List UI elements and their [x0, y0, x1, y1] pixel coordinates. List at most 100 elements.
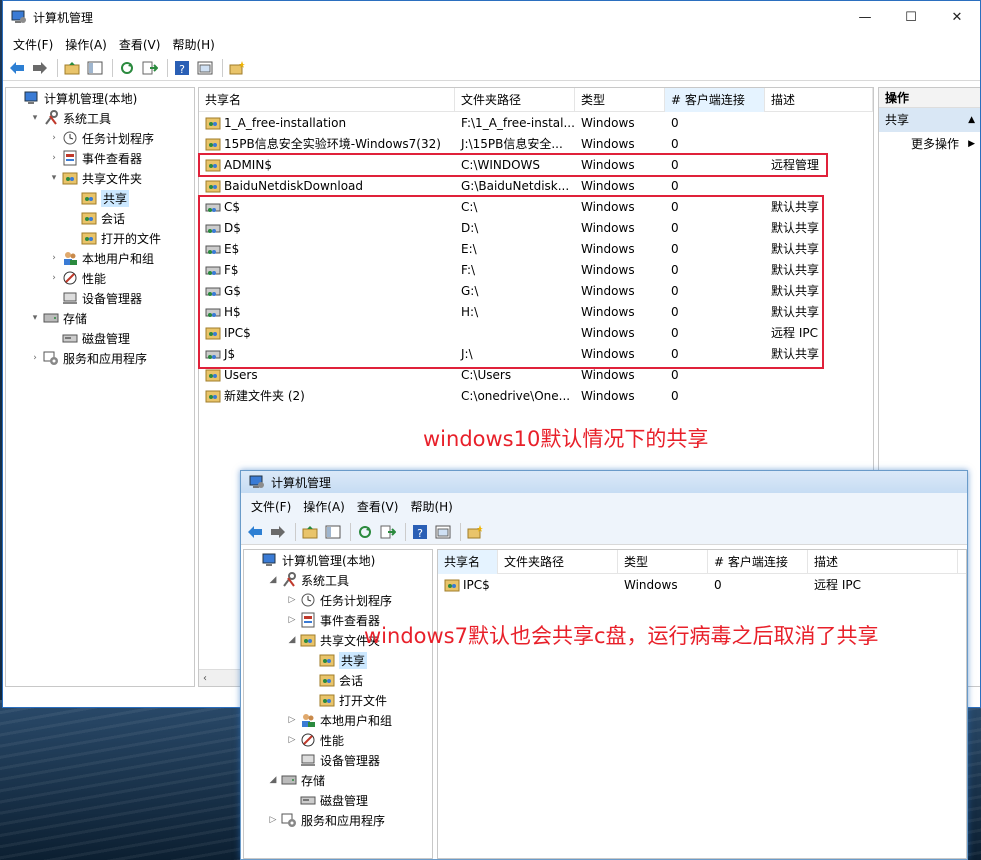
menu-help[interactable]: 帮助(H)	[166, 36, 220, 53]
w10-table-row[interactable]: 新建文件夹 (2) C:\onedrive\One... Windows 0	[199, 385, 873, 406]
w10-tree-item[interactable]: 打开的文件	[6, 228, 194, 248]
device-icon	[300, 752, 316, 768]
forward-icon[interactable]	[30, 58, 50, 78]
expand-toggle-icon[interactable]: ▾	[29, 113, 41, 123]
refresh-icon[interactable]	[117, 58, 137, 78]
expand-toggle-icon[interactable]: ◢	[267, 575, 279, 585]
w7-tree-label: 磁盘管理	[320, 793, 369, 808]
w7-tree-item[interactable]: ▷ 本地用户和组	[244, 710, 432, 730]
w10-titlebar: 计算机管理 — ☐ ✕	[3, 1, 980, 33]
show-hide-tree-icon[interactable]	[85, 58, 105, 78]
maximize-button[interactable]: ☐	[888, 1, 934, 33]
expand-toggle-icon[interactable]: ◢	[267, 775, 279, 785]
w10-tree-item[interactable]: 共享	[6, 188, 194, 208]
show-hide-tree-icon[interactable]	[323, 522, 343, 542]
w10-table-row[interactable]: BaiduNetdiskDownload G:\BaiduNetdisk... Wi…	[199, 175, 873, 196]
w7-col-share-name[interactable]: 共享名	[438, 550, 498, 574]
more-actions-item[interactable]: 更多操作 ▶	[879, 132, 980, 156]
w10-tree-item[interactable]: › 任务计划程序	[6, 128, 194, 148]
help-icon[interactable]: ?	[410, 522, 430, 542]
back-icon[interactable]	[7, 58, 27, 78]
w7-col-description[interactable]: 描述	[808, 550, 958, 574]
col-folder-path[interactable]: 文件夹路径	[455, 88, 575, 112]
new-share-icon[interactable]	[227, 58, 247, 78]
w7-tree-item[interactable]: 共享	[244, 650, 432, 670]
expand-toggle-icon[interactable]: ›	[48, 273, 60, 283]
w7-tree-item[interactable]: 会话	[244, 670, 432, 690]
client-connections-cell: 0	[671, 178, 679, 193]
up-folder-icon[interactable]	[300, 522, 320, 542]
expand-toggle-icon[interactable]: ▾	[48, 173, 60, 183]
w7-title: 计算机管理	[271, 475, 332, 490]
w7-tree-item[interactable]: 计算机管理(本地)	[244, 550, 432, 570]
refresh-icon[interactable]	[355, 522, 375, 542]
new-share-icon[interactable]	[465, 522, 485, 542]
w7-col-folder-path[interactable]: 文件夹路径	[498, 550, 618, 574]
expand-toggle-icon[interactable]: ◢	[286, 635, 298, 645]
w10-tree-label: 本地用户和组	[82, 251, 155, 266]
w10-tree-item[interactable]: 磁盘管理	[6, 328, 194, 348]
w10-tree-item[interactable]: ▾ 存储	[6, 308, 194, 328]
menu-view[interactable]: 查看(V)	[113, 36, 167, 53]
back-icon[interactable]	[245, 522, 265, 542]
w7-tree-item[interactable]: ▷ 任务计划程序	[244, 590, 432, 610]
w7-col-type[interactable]: 类型	[618, 550, 708, 574]
services-icon	[43, 350, 59, 366]
expand-toggle-icon[interactable]: ›	[48, 133, 60, 143]
help-icon[interactable]: ?	[172, 58, 192, 78]
expand-toggle-icon[interactable]: ▾	[29, 313, 41, 323]
actions-section-share[interactable]: 共享 ▲	[879, 108, 980, 132]
w7-tree-item[interactable]: ◢ 存储	[244, 770, 432, 790]
expand-toggle-icon[interactable]: ▷	[286, 735, 298, 745]
w10-tree-item[interactable]: 会话	[6, 208, 194, 228]
properties-icon[interactable]	[195, 58, 215, 78]
computer-icon	[262, 552, 278, 568]
expand-toggle-icon[interactable]: ›	[29, 353, 41, 363]
export-list-icon[interactable]	[140, 58, 160, 78]
properties-icon[interactable]	[433, 522, 453, 542]
w10-tree-item[interactable]: 设备管理器	[6, 288, 194, 308]
w10-tree-item[interactable]: › 事件查看器	[6, 148, 194, 168]
w10-list-header: 共享名 文件夹路径 类型 # 客户端连接 描述 ^	[199, 88, 873, 112]
w10-tree-item[interactable]: ▾ 系统工具	[6, 108, 194, 128]
w7-tree-item[interactable]: 磁盘管理	[244, 790, 432, 810]
w7-tree-item[interactable]: 设备管理器	[244, 750, 432, 770]
menu-file[interactable]: 文件(F)	[7, 36, 59, 53]
expand-toggle-icon[interactable]: ▷	[286, 715, 298, 725]
col-description[interactable]: 描述	[765, 88, 873, 112]
w7-tree-item[interactable]: ◢ 系统工具	[244, 570, 432, 590]
w7-menu-view[interactable]: 查看(V)	[351, 498, 405, 515]
expand-toggle-icon[interactable]: ›	[48, 253, 60, 263]
expand-toggle-icon[interactable]: ▷	[267, 815, 279, 825]
w7-tree-item[interactable]: 打开文件	[244, 690, 432, 710]
menu-action[interactable]: 操作(A)	[59, 36, 113, 53]
w10-tree-item[interactable]: › 服务和应用程序	[6, 348, 194, 368]
expand-toggle-icon[interactable]: ▷	[286, 615, 298, 625]
w7-menu-action[interactable]: 操作(A)	[297, 498, 351, 515]
col-type[interactable]: 类型	[575, 88, 665, 112]
close-button[interactable]: ✕	[934, 1, 980, 33]
forward-icon[interactable]	[268, 522, 288, 542]
w10-tree-item[interactable]: › 性能	[6, 268, 194, 288]
col-client-connections[interactable]: # 客户端连接	[665, 88, 765, 112]
w10-tree-item[interactable]: 计算机管理(本地)	[6, 88, 194, 108]
export-list-icon[interactable]	[378, 522, 398, 542]
w7-menu-file[interactable]: 文件(F)	[245, 498, 297, 515]
w7-col-client-connections[interactable]: # 客户端连接	[708, 550, 808, 574]
w10-tree-label: 磁盘管理	[82, 331, 131, 346]
w10-tree-item[interactable]: ▾ 共享文件夹	[6, 168, 194, 188]
w10-tree-label: 任务计划程序	[82, 131, 155, 146]
w7-menu-help[interactable]: 帮助(H)	[404, 498, 458, 515]
w10-tree-item[interactable]: › 本地用户和组	[6, 248, 194, 268]
expand-toggle-icon[interactable]: ›	[48, 153, 60, 163]
w10-table-row[interactable]: 1_A_free-installation F:\1_A_free-instal.…	[199, 112, 873, 133]
minimize-button[interactable]: —	[842, 1, 888, 33]
w7-tree-item[interactable]: ▷ 服务和应用程序	[244, 810, 432, 830]
w10-table-row[interactable]: 15PB信息安全实验环境-Windows7(32) J:\15PB信息安全... W…	[199, 133, 873, 154]
w7-tree-item[interactable]: ▷ 性能	[244, 730, 432, 750]
up-folder-icon[interactable]	[62, 58, 82, 78]
disk-icon	[300, 792, 316, 808]
w7-table-row[interactable]: IPC$ Windows 0 远程 IPC	[438, 574, 966, 595]
expand-toggle-icon[interactable]: ▷	[286, 595, 298, 605]
disk-icon	[62, 330, 78, 346]
